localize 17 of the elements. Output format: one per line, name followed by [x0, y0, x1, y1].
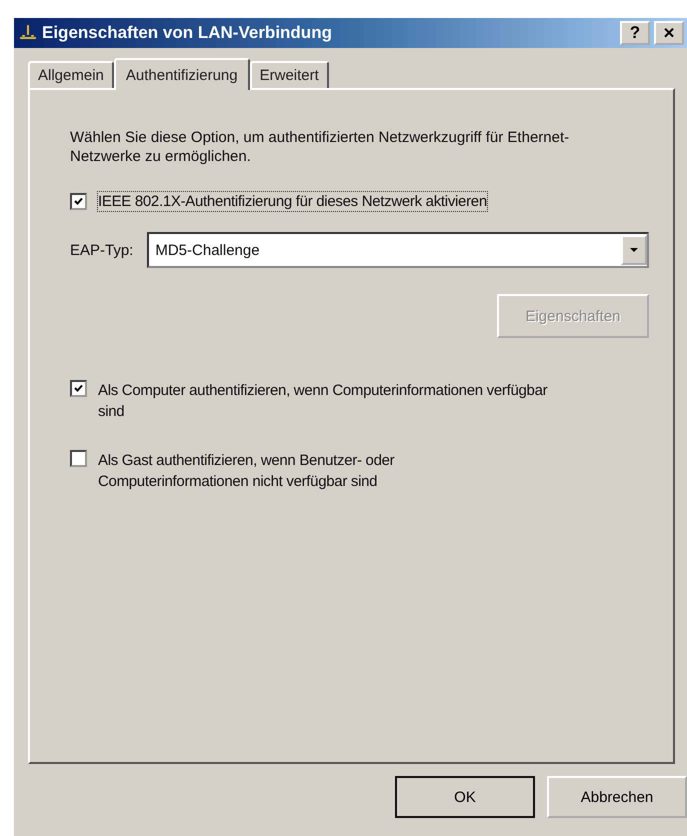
window-title: Eigenschaften von LAN-Verbindung — [42, 23, 333, 43]
checkbox-label[interactable]: Als Computer authentifizieren, wenn Computerinformationen verfügbar sind — [97, 378, 549, 424]
help-button[interactable]: ? — [620, 21, 650, 45]
tab[interactable]: Allgemein — [28, 61, 114, 88]
checkbox[interactable] — [70, 450, 87, 467]
eap-type-dropdown[interactable]: MD5-Challenge — [147, 232, 649, 268]
checkbox[interactable] — [70, 380, 87, 397]
eap-type-label: EAP-Typ: — [70, 242, 134, 258]
checkbox-label[interactable]: IEEE 802.1X-Authentifizierung für dieses Netzwerk aktivieren — [97, 191, 488, 212]
checkbox[interactable] — [70, 193, 87, 210]
tab[interactable]: Erweitert — [250, 61, 329, 88]
close-button[interactable]: × — [654, 21, 684, 45]
ok-button[interactable]: OK — [395, 776, 535, 818]
description-text: Wählen Sie diese Option, um authentifizierten Netzwerkzugriff für Ethernet-Netzwerke zu ermöglichen. — [70, 128, 570, 166]
checkbox-label[interactable]: Als Gast authentifizieren, wenn Benutzer- oder Computerinformationen nicht verfügbar sind — [97, 448, 549, 494]
cancel-button[interactable]: Abbrechen — [547, 776, 687, 818]
tab[interactable]: Authentifizierung — [114, 58, 250, 90]
